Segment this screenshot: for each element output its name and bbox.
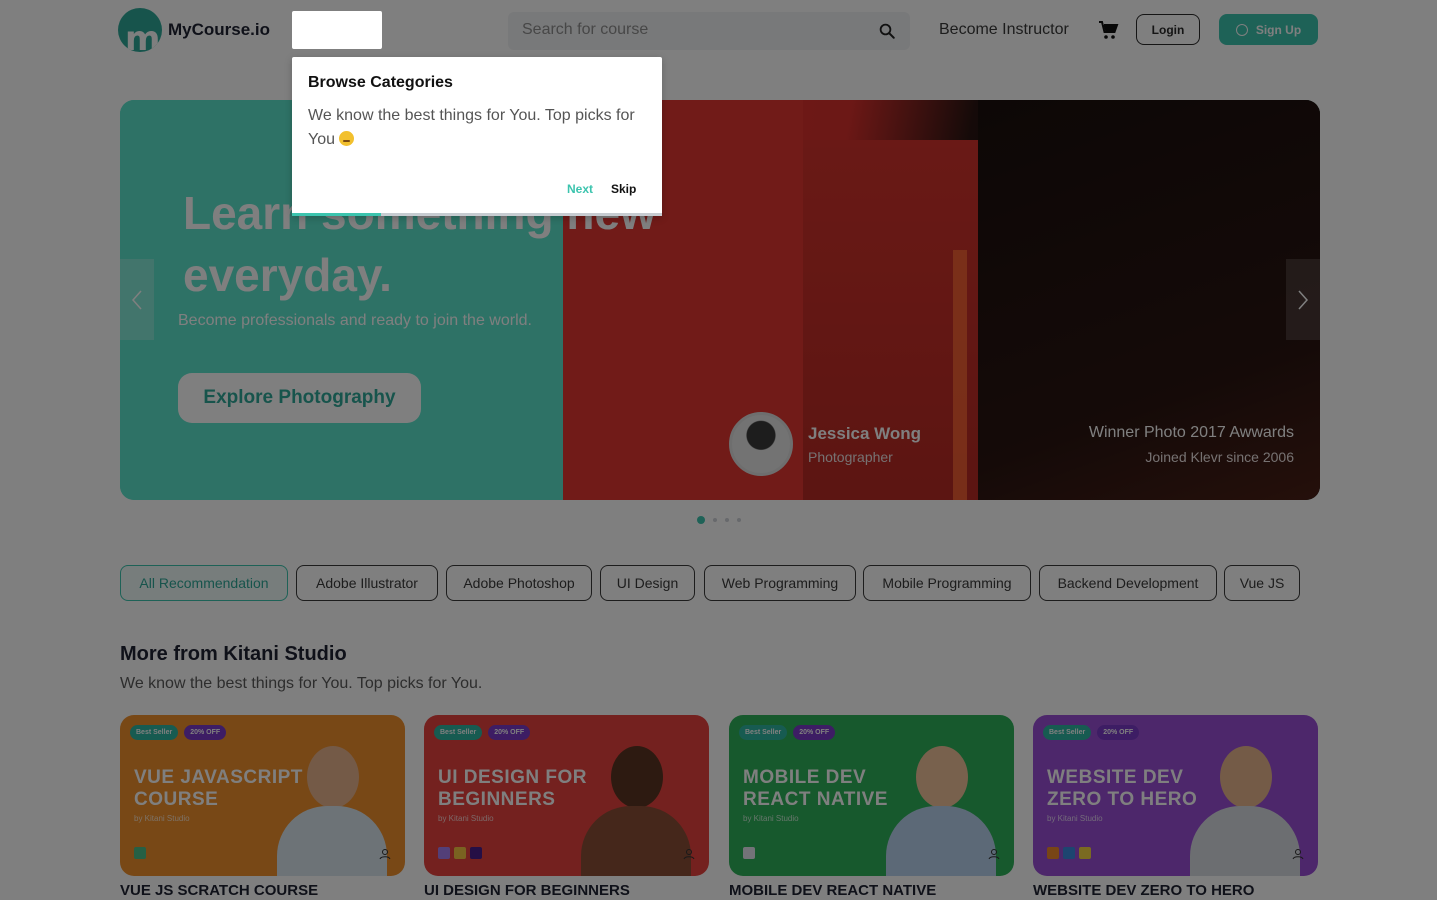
tour-progress-bar [292, 213, 662, 216]
tour-popover: Browse Categories We know the best thing… [292, 57, 662, 216]
tour-skip-button[interactable]: Skip [611, 182, 636, 196]
tour-title: Browse Categories [308, 74, 453, 91]
smile-emoji-icon [339, 131, 355, 146]
tour-progress-fill [292, 213, 381, 216]
tour-next-button[interactable]: Next [567, 182, 593, 196]
page: m MyCourse.io Become Instructor Login Si… [0, 0, 1437, 900]
tour-body-text: We know the best things for You. Top pic… [308, 107, 635, 148]
categories-button[interactable] [292, 11, 382, 49]
tour-body: We know the best things for You. Top pic… [308, 104, 653, 152]
tour-overlay[interactable] [0, 0, 1437, 900]
